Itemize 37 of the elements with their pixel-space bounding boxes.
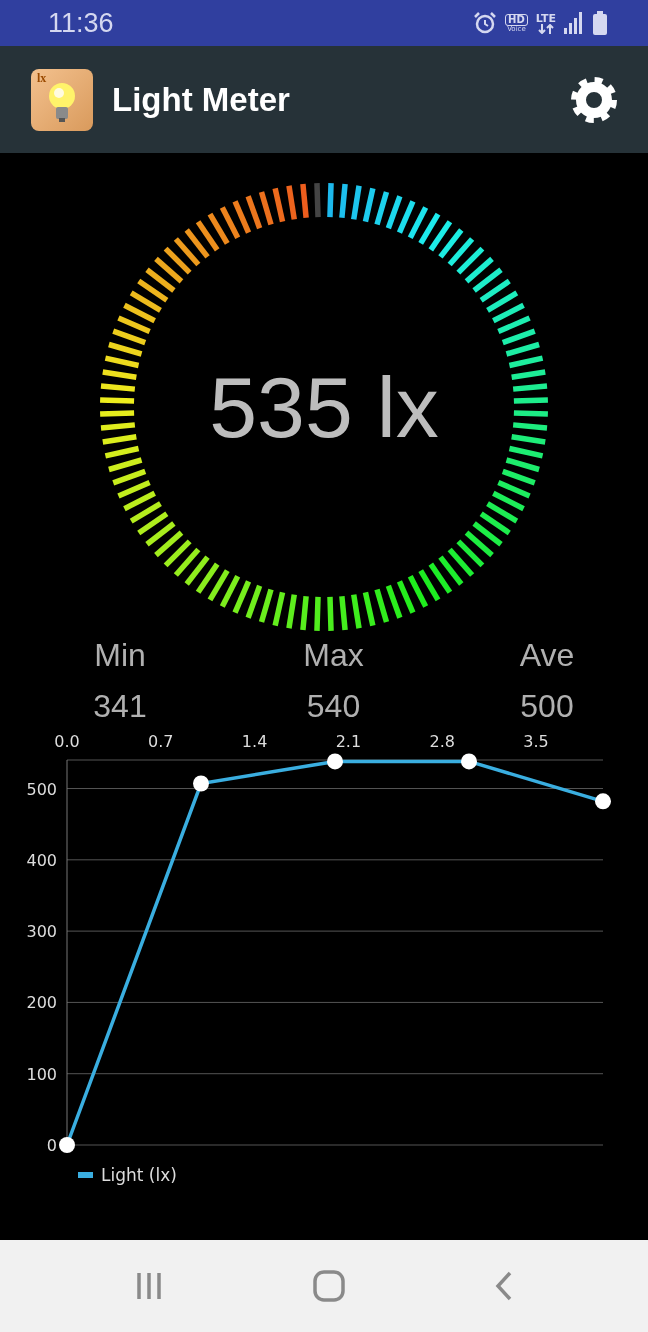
data-point: [59, 1137, 75, 1153]
stat-value: 341: [93, 688, 147, 725]
data-point: [193, 775, 209, 792]
y-tick-label: 0: [46, 1136, 57, 1155]
y-tick-label: 300: [26, 922, 57, 942]
battery-icon: [592, 11, 608, 35]
hd-voice-badge: HD: [505, 13, 528, 26]
y-tick-label: 400: [26, 850, 57, 870]
x-tick-label: 3.5: [523, 732, 549, 751]
data-point: [327, 753, 343, 770]
app-icon-label: lx: [37, 70, 47, 86]
light-bulb-icon: [46, 80, 78, 123]
x-tick-label: 2.1: [335, 732, 362, 751]
x-tick-label: 1.4: [241, 732, 268, 751]
legend-label: Light (lx): [101, 1165, 177, 1185]
signal-icon: [564, 12, 584, 34]
data-arrows-icon: [537, 23, 554, 34]
x-tick-label: 2.8: [429, 732, 455, 751]
stat-value: 540: [306, 688, 361, 725]
stat-label: Ave: [519, 637, 575, 674]
alarm-icon: [473, 11, 498, 35]
lux-reading: 535 lx: [209, 359, 439, 455]
y-tick-label: 100: [26, 1064, 57, 1084]
home-icon[interactable]: [313, 1270, 345, 1302]
stat-label: Max: [303, 637, 364, 674]
y-tick-label: 200: [26, 993, 57, 1013]
app-title: Light Meter: [112, 80, 290, 119]
x-tick-label: 0.0: [54, 732, 80, 751]
status-time: 11:36: [48, 7, 114, 39]
y-tick-label: 500: [26, 779, 57, 799]
stat-value: 500: [520, 688, 574, 725]
data-point: [461, 753, 477, 770]
back-icon[interactable]: [493, 1271, 514, 1301]
network-label: LTE: [535, 12, 556, 24]
x-tick-label: 0.7: [148, 732, 174, 751]
data-point: [595, 793, 611, 810]
stat-label: Min: [94, 637, 146, 674]
